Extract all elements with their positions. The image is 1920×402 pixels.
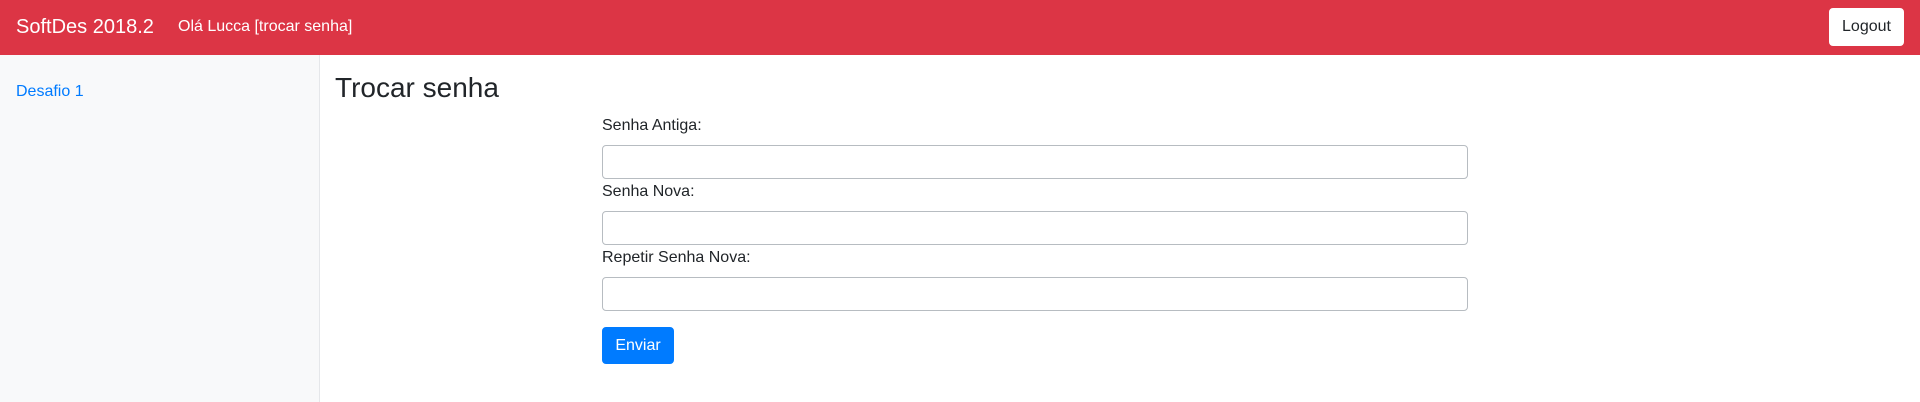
user-greeting: Olá Lucca [trocar senha] <box>178 16 352 38</box>
main-content: Trocar senha Senha Antiga: Senha Nova: R… <box>321 55 1920 402</box>
old-password-label: Senha Antiga: <box>602 117 702 134</box>
brand-link[interactable]: SoftDes 2018.2 <box>16 13 154 41</box>
repeat-new-password-label: Repetir Senha Nova: <box>602 249 751 266</box>
repeat-new-password-field[interactable] <box>602 277 1468 311</box>
greeting-text: Olá Lucca <box>178 18 255 35</box>
new-password-label: Senha Nova: <box>602 183 695 200</box>
sidebar: Desafio 1 <box>0 55 320 402</box>
page-title: Trocar senha <box>335 72 499 103</box>
top-navbar: SoftDes 2018.2 Olá Lucca [trocar senha] … <box>0 0 1920 55</box>
submit-button[interactable]: Enviar <box>602 327 674 364</box>
logout-button[interactable]: Logout <box>1829 8 1904 46</box>
new-password-field[interactable] <box>602 211 1468 245</box>
old-password-field[interactable] <box>602 145 1468 179</box>
sidebar-item-desafio-1[interactable]: Desafio 1 <box>16 81 84 103</box>
change-password-link[interactable]: [trocar senha] <box>254 18 352 35</box>
